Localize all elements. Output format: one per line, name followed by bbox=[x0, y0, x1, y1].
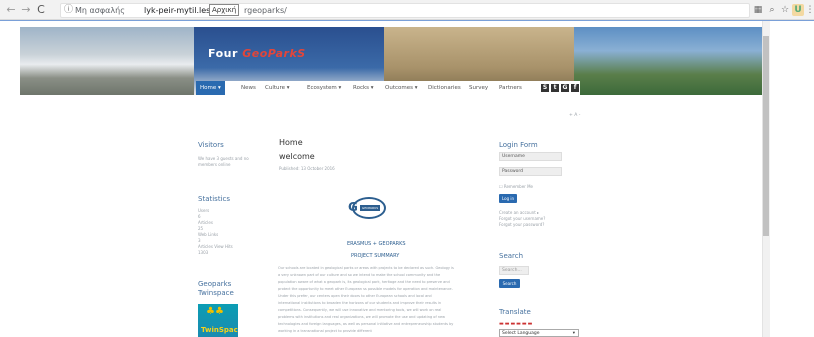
statistics-title: Statistics bbox=[198, 195, 230, 203]
rss-icon[interactable]: S bbox=[541, 84, 549, 92]
twinspace-title-2: Twinspace bbox=[198, 289, 234, 297]
username-field[interactable]: Username bbox=[499, 152, 562, 161]
chevron-down-icon: ▾ bbox=[572, 331, 575, 336]
zoom-icon[interactable]: ⌕ bbox=[766, 4, 778, 16]
search-title: Search bbox=[499, 252, 524, 260]
scrollbar-thumb[interactable] bbox=[763, 36, 769, 236]
menu-item-home[interactable]: Home ▾ bbox=[196, 81, 225, 95]
create-account-link[interactable]: Create an account ▸ bbox=[499, 210, 539, 215]
stat-value-weblinks: 3 bbox=[198, 238, 201, 243]
insecure-label: Μη ασφαλής bbox=[75, 6, 125, 15]
search-input[interactable]: Search... bbox=[499, 266, 529, 275]
people-icon: ♣♣ bbox=[206, 306, 224, 317]
browser-toolbar: ← → C ⓘ Μη ασφαλής lyk-peir-mytil.les.s … bbox=[0, 0, 814, 20]
menu-item-dictionaries[interactable]: Dictionaries bbox=[428, 81, 461, 95]
language-select[interactable]: Select Language ▾ bbox=[499, 329, 579, 337]
menu-icon[interactable]: ⋮ bbox=[804, 4, 814, 16]
stat-label-users: Users bbox=[198, 208, 210, 213]
stat-label-hits: Articles View Hits bbox=[198, 244, 233, 249]
twitter-icon[interactable]: t bbox=[551, 84, 559, 92]
logo-accent-text: GeoParkS bbox=[242, 47, 306, 60]
back-icon[interactable]: ← bbox=[4, 3, 18, 17]
reload-icon[interactable]: C bbox=[34, 3, 48, 17]
page-title: Home bbox=[279, 138, 303, 147]
forward-icon[interactable]: → bbox=[19, 3, 33, 17]
article-body: Our schools are located in geological pa… bbox=[278, 266, 454, 333]
site-logo[interactable]: Four GeoParkS bbox=[208, 47, 306, 60]
published-date: Published: 13 October 2016 bbox=[279, 166, 335, 171]
bookmark-star-icon[interactable]: ☆ bbox=[779, 4, 791, 16]
info-icon[interactable]: ⓘ bbox=[64, 4, 73, 17]
menu-item-outcomes[interactable]: Outcomes ▾ bbox=[385, 81, 417, 95]
visitors-text-1: We have 3 guests and no bbox=[198, 156, 249, 161]
twinspace-label: TwinSpace bbox=[201, 326, 238, 334]
login-title: Login Form bbox=[499, 141, 538, 149]
address-bar[interactable]: ⓘ Μη ασφαλής lyk-peir-mytil.les.s Αρχική… bbox=[60, 3, 750, 18]
language-select-value: Select Language bbox=[502, 331, 540, 336]
menu-item-ecosystem[interactable]: Ecosystem ▾ bbox=[307, 81, 341, 95]
menu-item-news[interactable]: News bbox=[241, 81, 256, 95]
remember-me-label: Remember Me bbox=[503, 184, 534, 189]
url-path: rgeoparks/ bbox=[244, 6, 287, 15]
facebook-icon[interactable]: f bbox=[571, 84, 579, 92]
project-line-1: ERASMUS + GEOPARKS bbox=[347, 241, 406, 247]
twinspace-banner[interactable]: ♣♣ TwinSpace bbox=[198, 304, 238, 337]
language-flags-icon[interactable]: ▬▬▬▬▬▬ bbox=[499, 321, 533, 327]
article-title[interactable]: welcome bbox=[279, 152, 315, 161]
menu-item-partners[interactable]: Partners bbox=[499, 81, 522, 95]
right-margin bbox=[770, 21, 814, 337]
stat-label-articles: Articles bbox=[198, 220, 213, 225]
password-field[interactable]: Password bbox=[499, 167, 562, 176]
translate-title: Translate bbox=[499, 308, 531, 316]
google-icon[interactable]: G bbox=[561, 84, 569, 92]
geoparks-logo: G GEOPARKS bbox=[348, 197, 386, 219]
geoparks-logo-text: GEOPARKS bbox=[360, 205, 380, 211]
translate-icon[interactable]: ▦ bbox=[752, 4, 764, 16]
twinspace-title-1: Geoparks bbox=[198, 280, 232, 288]
font-size-control[interactable]: + A - bbox=[569, 113, 580, 118]
menu-item-culture[interactable]: Culture ▾ bbox=[265, 81, 290, 95]
search-button[interactable]: Search bbox=[499, 279, 520, 288]
menu-item-survey[interactable]: Survey bbox=[469, 81, 488, 95]
stat-value-users: 6 bbox=[198, 214, 201, 219]
project-line-2: PROJECT SUMMARY bbox=[351, 253, 400, 259]
forgot-password-link[interactable]: Forgot your password? bbox=[499, 222, 544, 227]
tooltip: Αρχική bbox=[209, 4, 240, 16]
stat-value-hits: 1303 bbox=[198, 250, 209, 255]
visitors-title: Visitors bbox=[198, 141, 224, 149]
visitors-text-2: members online bbox=[198, 162, 231, 167]
extension-icon[interactable]: U bbox=[792, 4, 804, 16]
waterfall-image bbox=[574, 27, 762, 95]
remember-me-checkbox[interactable]: ☐ Remember Me bbox=[499, 184, 533, 189]
url-host: lyk-peir-mytil.les.s bbox=[144, 6, 218, 15]
forgot-username-link[interactable]: Forgot your username? bbox=[499, 216, 545, 221]
main-menu: Home ▾ News Culture ▾ Ecosystem ▾ Rocks … bbox=[196, 81, 580, 95]
geoparks-g-icon: G bbox=[348, 200, 358, 214]
menu-item-rocks[interactable]: Rocks ▾ bbox=[353, 81, 374, 95]
logo-main-text: Four bbox=[208, 47, 238, 60]
mountain-image bbox=[20, 27, 194, 95]
login-button[interactable]: Log in bbox=[499, 194, 517, 203]
stat-label-weblinks: Web Links bbox=[198, 232, 219, 237]
stat-value-articles: 25 bbox=[198, 226, 204, 231]
